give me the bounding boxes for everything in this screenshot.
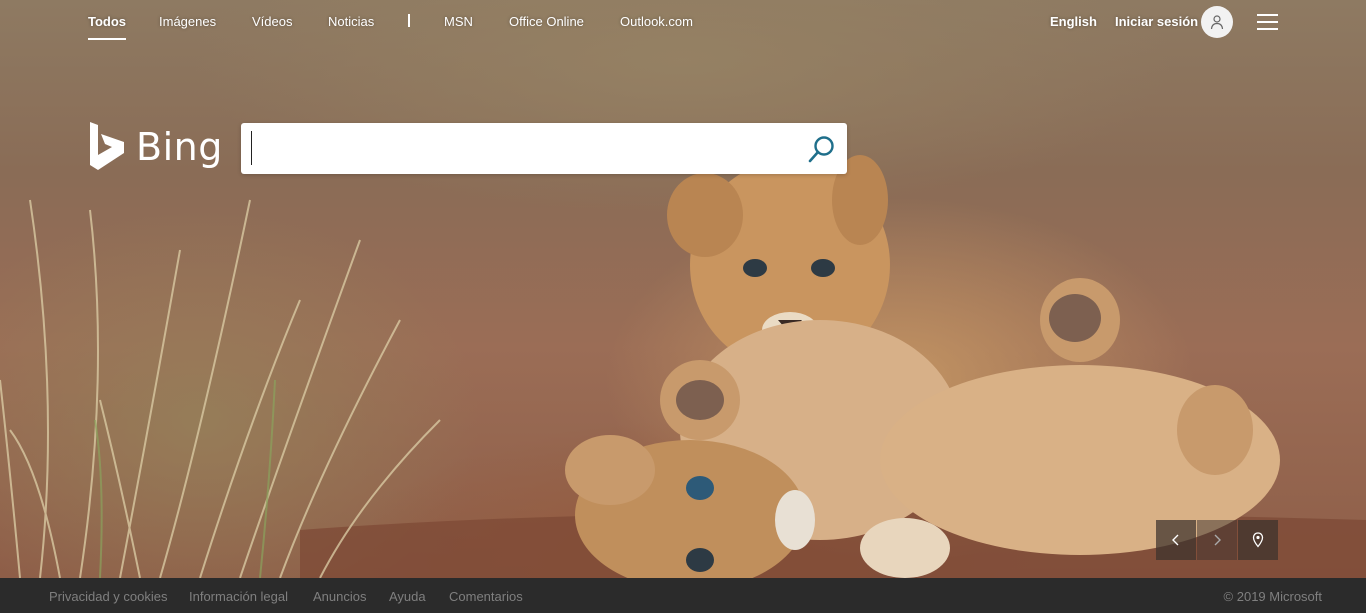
copyright: © 2019 Microsoft (1223, 589, 1322, 604)
avatar[interactable] (1201, 6, 1233, 38)
user-icon (1210, 15, 1224, 30)
nav-item-videos[interactable]: Vídeos (252, 14, 292, 29)
language-link[interactable]: English (1050, 14, 1097, 29)
footer-link-privacy[interactable]: Privacidad y cookies (49, 589, 168, 604)
bing-logo[interactable]: Bing (88, 122, 222, 172)
nav-item-office-online[interactable]: Office Online (509, 14, 584, 29)
search-box (241, 123, 847, 174)
top-nav: Todos Imágenes Vídeos Noticias MSN Offic… (0, 0, 1366, 44)
next-image-button[interactable] (1197, 520, 1237, 560)
nav-item-noticias[interactable]: Noticias (328, 14, 374, 29)
footer-link-help[interactable]: Ayuda (389, 589, 426, 604)
signin-link[interactable]: Iniciar sesión (1115, 14, 1198, 29)
bing-wordmark: Bing (136, 125, 223, 169)
footer-link-feedback[interactable]: Comentarios (449, 589, 523, 604)
prev-image-button[interactable] (1156, 520, 1196, 560)
footer-link-ads[interactable]: Anuncios (313, 589, 366, 604)
location-pin-icon (1252, 532, 1264, 548)
footer: Privacidad y cookies Información legal A… (0, 578, 1366, 613)
background-image (0, 0, 1366, 578)
search-icon (808, 136, 834, 163)
nav-item-msn[interactable]: MSN (444, 14, 473, 29)
nav-item-todos[interactable]: Todos (88, 14, 127, 40)
hamburger-icon[interactable] (1257, 14, 1279, 30)
nav-item-outlook[interactable]: Outlook.com (620, 14, 693, 29)
chevron-right-icon (1214, 534, 1221, 546)
search-button[interactable] (807, 134, 837, 164)
nav-item-imagenes[interactable]: Imágenes (159, 14, 216, 29)
chevron-left-icon (1172, 534, 1179, 546)
location-button[interactable] (1238, 520, 1278, 560)
search-input[interactable] (251, 131, 791, 165)
bing-b-icon (90, 122, 124, 170)
footer-link-legal[interactable]: Información legal (189, 589, 288, 604)
nav-separator (408, 14, 410, 27)
